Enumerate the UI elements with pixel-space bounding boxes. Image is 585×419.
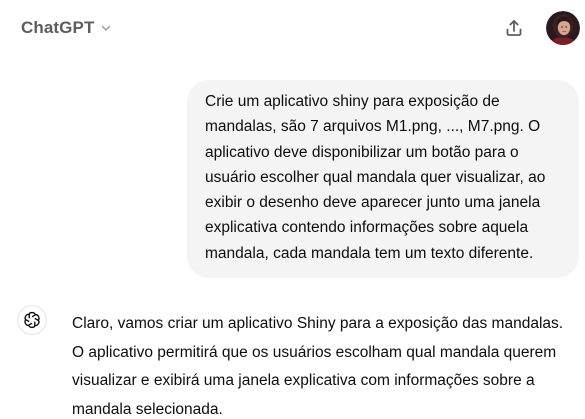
- user-message-bubble: Crie um aplicativo shiny para exposição …: [187, 80, 579, 279]
- user-message-line: usuário escolher qual mandala quer visua…: [205, 168, 546, 186]
- user-message-line: mandalas, são 7 arquivos M1.png, ..., M7…: [205, 118, 541, 136]
- assistant-message-line: visualizar e exibirá uma janela explicat…: [72, 372, 535, 389]
- user-message-line: explicativa contendo informações sobre a…: [205, 219, 529, 237]
- openai-logo-icon: [17, 305, 47, 335]
- assistant-message-line: Claro, vamos criar um aplicativo Shiny p…: [72, 315, 564, 332]
- share-icon: [504, 18, 524, 38]
- user-message-line: mandala, cada mandala tem um texto difer…: [205, 244, 534, 262]
- chevron-down-icon: [100, 22, 112, 34]
- chat-window: ChatGPT Crie um aplicativo shiny para ex…: [0, 0, 585, 419]
- header: ChatGPT: [0, 0, 585, 56]
- user-avatar[interactable]: [546, 11, 580, 45]
- user-message-line: aplicativo deve disponibilizar um botão …: [205, 143, 519, 161]
- assistant-message-line: mandala selecionada.: [72, 400, 223, 418]
- model-switcher[interactable]: ChatGPT: [13, 12, 120, 44]
- assistant-message-text: Claro, vamos criar um aplicativo Shiny p…: [72, 310, 582, 419]
- user-message-line: Crie um aplicativo shiny para exposição …: [205, 93, 500, 110]
- assistant-message-line: O aplicativo permitirá que os usuários e…: [72, 343, 557, 361]
- user-message-line: exibir o desenho deve aparecer junto uma…: [205, 194, 541, 212]
- share-button[interactable]: [498, 12, 530, 44]
- model-name: ChatGPT: [21, 18, 95, 37]
